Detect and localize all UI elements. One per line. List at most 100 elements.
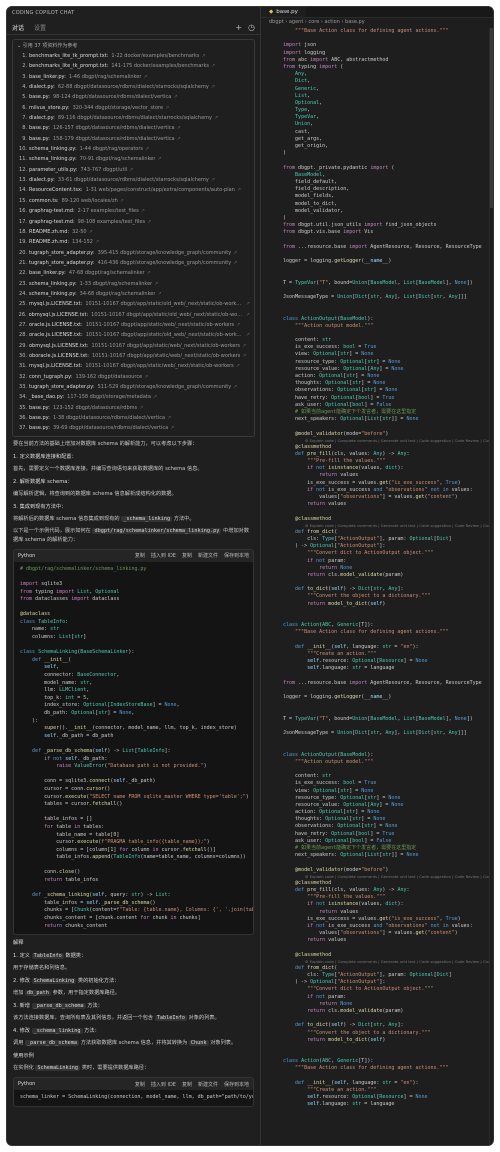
reference-file: README.zh.md: [29,228,70,235]
python-file-icon: ◆ [269,9,274,15]
references-box: ⌄ 引用 37 项资料作为参考 1. benchmarks_lite_tk_pro… [12,39,255,437]
reference-path: 320-344 dbgpt/storage/vector_store [72,104,164,111]
references-header[interactable]: ⌄ 引用 37 项资料作为参考 [17,42,250,51]
reference-path: 141-175 docker/examples/benchmarks [111,63,209,70]
reference-number: 27. [19,321,27,328]
reference-item[interactable]: 1. benchmarks_lite_tk_prompt.txt: 1-22 doc… [17,51,250,61]
reference-item[interactable]: 5. base.py: 98-124 dbgpt/datasource/rdbms/… [17,92,250,102]
reference-item[interactable]: 17. graphrag-test.md: 98-108 examples/test… [17,217,250,227]
external-link-icon: ↗ [236,187,242,194]
reference-item[interactable]: 6. milvus_store.py: 320-344 dbgpt/storage/… [17,103,250,113]
external-link-icon: ↗ [176,125,181,132]
reference-item[interactable]: 25. mysql.js.LICENSE.txt: 10151-10167 dbgp… [17,299,250,309]
reference-item[interactable]: 2. benchmarks_lite_tk_prompt.txt: 141-175 … [17,61,250,71]
reference-file: README.zh.md: [29,239,70,246]
reference-number: 9. [22,135,27,142]
reference-path: 2-17 examples/test_files [77,208,139,215]
breadcrumb[interactable]: dbgpt › agent › core › action › base.py [261,18,493,27]
reference-item[interactable]: 22. base_linker.py: 47-68 dbgpt/rag/schema… [17,268,250,278]
external-link-icon: ↗ [143,73,148,80]
copy-button-b2[interactable]: 复制 [182,1081,192,1088]
reference-file: benchmarks_lite_tk_prompt.txt: [29,63,109,70]
history-icon[interactable]: ◷ [248,23,255,32]
tab-settings[interactable]: 设置 [34,23,46,32]
external-link-icon: ↗ [144,373,149,380]
code-language: Python [18,552,36,559]
reference-path: 511-529 dbgpt/storage/knowledge_graph/co… [97,384,232,390]
reference-item[interactable]: 9. base.py: 158-179 dbgpt/datasource/rdbms… [17,134,250,144]
reference-item[interactable]: 23. schema_linking.py: 1-33 dbgpt/rag/sche… [17,279,250,289]
reference-item[interactable]: 14. ResourceContent.tsx: 1-31 web/pages/co… [17,185,250,195]
copy-button-2[interactable]: 复制 [182,552,192,559]
reference-item[interactable]: 10. schema_linking.py: 1-44 dbgpt/rag/oper… [17,144,250,154]
reference-file: mysql.js.LICENSE.txt: [29,301,83,308]
copy-button-b[interactable]: 复制 [135,1081,145,1088]
reference-item[interactable]: 34. _base_dao.py: 117-158 dbgpt/storage/me… [17,392,250,402]
reference-item[interactable]: 21. tugraph_store_adapter.py: 416-436 dbgp… [17,258,250,268]
reference-item[interactable]: 24. schema_linking.py: 34-68 dbgpt/rag/sch… [17,289,250,299]
reference-file: base.py: [29,125,50,132]
reference-item[interactable]: 19. README.zh.md: 134-152 ↗ [17,237,250,247]
reference-path: 10151-10167 dbgpt/app/static/web/_next/s… [85,363,234,370]
reference-item[interactable]: 15. common.ts: 89-120 web/locales/zh ↗ [17,196,250,206]
external-link-icon: ↗ [157,290,162,297]
reference-item[interactable]: 37. base.py: 39-69 dbgpt/datasource/rdbms/… [17,423,250,433]
reference-item[interactable]: 12. parameter_utils.py: 743-767 dbgpt/util… [17,165,250,175]
reference-item[interactable]: 8. base.py: 126-157 dbgpt/datasource/rdbms… [17,123,250,133]
reference-item[interactable]: 7. dialect.py: 89-116 dbgpt/datasource/rdb… [17,113,250,123]
reference-item[interactable]: 27. oracle.js.LICENSE.txt: 10151-10167 dbg… [17,320,250,330]
external-link-icon: ↗ [210,177,216,184]
save-local-button-b[interactable]: 保存到本地 [224,1081,249,1088]
reference-file: base.py: [29,404,50,411]
reference-number: 30. [19,352,27,359]
reference-item[interactable]: 18. README.zh.md: 32-50 ↗ [17,227,250,237]
new-chat-icon[interactable]: + [235,23,242,32]
new-file-button[interactable]: 新建文件 [198,552,218,559]
editor-tab-base-py[interactable]: ◆ base.py [261,7,306,17]
reference-path: 10151-10167 dbgpt/app/static/old_web/_ne… [91,311,244,318]
reference-item[interactable]: 30. oboracle.js.LICENSE.txt: 10151-10167 d… [17,351,250,361]
reference-item[interactable]: 28. oracle.js.LICENSE.txt: 10151-10167 dbg… [17,330,250,340]
step-2-text: 编写解析逻辑，将查询到的数据库 schema 信息解析成结构化的数据。 [13,490,177,497]
external-link-icon: ↗ [154,280,159,287]
external-link-icon: ↗ [233,249,238,256]
insert-ide-button-b[interactable]: 插入到 IDE [151,1081,176,1088]
step-1-text: 首先，需要定义一个数据库连接，并编写查询语句来获取数据库的 schema 信息。 [13,465,203,472]
reference-path: 1-46 dbgpt/rag/schemalinker [68,73,142,80]
reference-path: 10151-10167 dbgpt/app/static/web/_next/s… [85,321,235,328]
reference-item[interactable]: 11. schema_linking.py: 70-91 dbgpt/rag/sch… [17,154,250,164]
editor-scrollbar[interactable] [489,28,493,1145]
reference-item[interactable]: 3. base_linker.py: 1-46 dbgpt/rag/schemali… [17,72,250,82]
reference-file: dialect.py: [29,177,55,184]
tab-chat[interactable]: 对话 [12,23,24,32]
save-local-button[interactable]: 保存到本地 [224,552,249,559]
editor-code-area[interactable]: """Base Action class for defining agent … [261,28,493,1145]
reference-item[interactable]: 16. graphrag-test.md: 2-17 examples/test_f… [17,206,250,216]
scrollbar-thumb[interactable] [490,28,493,208]
reference-item[interactable]: 31. mysql.js.LICENSE.txt: 10151-10167 dbgp… [17,361,250,371]
insert-ide-button[interactable]: 插入到 IDE [151,552,176,559]
reference-file: base.py: [29,425,50,432]
reference-item[interactable]: 29. obmysql.js.LICENSE.txt: 10151-10167 db… [17,341,250,351]
reference-item[interactable]: 33. tugraph_store_adapter.py: 511-529 dbgp… [17,382,250,392]
reference-number: 23. [19,280,27,287]
copy-button[interactable]: 复制 [135,552,145,559]
reference-file: dialect.py: [29,115,55,122]
external-link-icon: ↗ [242,352,247,359]
reference-item[interactable]: 26. obmysql.js.LICENSE.txt: 10151-10167 db… [17,310,250,320]
reference-item[interactable]: 35. base.py: 123-152 dbgpt/datasource/rdbm… [17,403,250,413]
reference-file: conn_tugraph.py: [29,373,73,380]
reference-item[interactable]: 13. dialect.py: 33-61 dbgpt/datasource/rdb… [17,175,250,185]
reference-item[interactable]: 36. base.py: 1-38 dbgpt/datasource/rdbms/d… [17,413,250,423]
reference-item[interactable]: 4. dialect.py: 62-88 dbgpt/datasource/rdbm… [17,82,250,92]
reference-number: 25. [19,301,27,308]
reference-path: 70-91 dbgpt/rag/schemalinker [79,156,156,163]
reference-number: 14. [19,187,27,194]
reference-number: 5. [22,94,27,101]
external-link-icon: ↗ [236,321,241,328]
reference-item[interactable]: 20. tugraph_store_adapter.py: 395-415 dbgp… [17,248,250,258]
external-link-icon: ↗ [210,63,216,70]
new-file-button-b[interactable]: 新建文件 [198,1081,218,1088]
reference-item[interactable]: 32. conn_tugraph.py: 139-162 dbgpt/datasou… [17,372,250,382]
reference-number: 3. [22,73,27,80]
